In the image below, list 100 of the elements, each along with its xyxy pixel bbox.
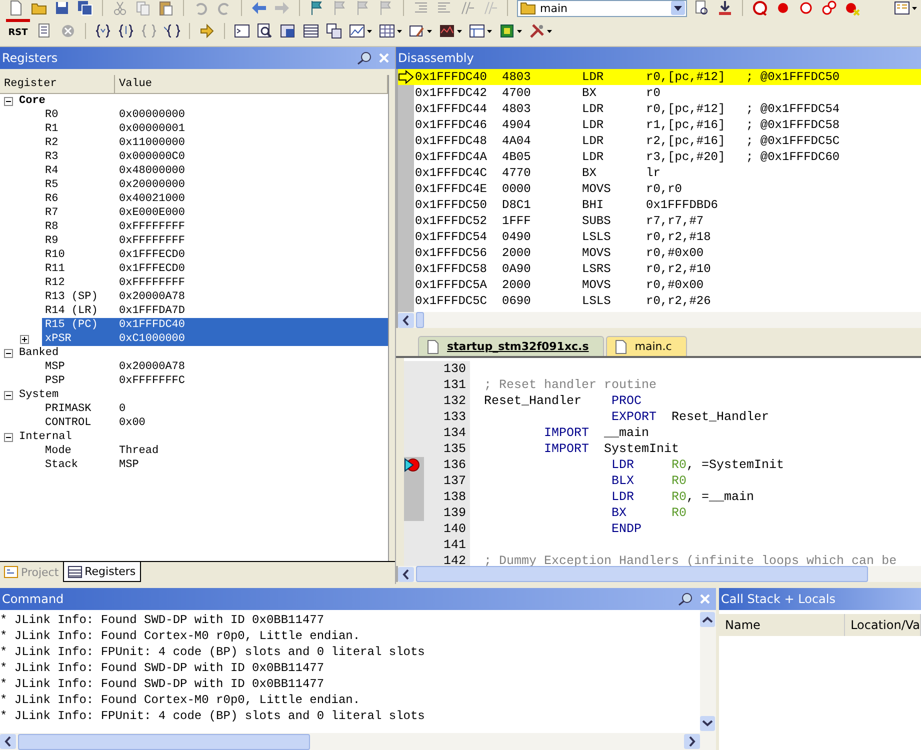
table-icon[interactable]: [469, 23, 485, 39]
grid-icon[interactable]: [379, 23, 395, 39]
register-row[interactable]: MSP 0x20000A78: [42, 360, 388, 374]
dropdown-arrow-icon[interactable]: [367, 30, 372, 32]
scrollbar-thumb[interactable]: [416, 566, 868, 582]
register-row[interactable]: R2 0x11000000: [42, 136, 388, 150]
scroll-left-icon[interactable]: [398, 312, 414, 328]
breakpoint-icon[interactable]: [404, 458, 420, 472]
dropdown-arrow-icon[interactable]: [487, 30, 492, 32]
chart-icon[interactable]: [349, 23, 365, 39]
document-icon[interactable]: [8, 0, 24, 16]
reset-button[interactable]: RST: [6, 19, 30, 43]
console-icon[interactable]: [234, 23, 250, 39]
flag-icon[interactable]: [309, 0, 325, 16]
tree-group-label[interactable]: Core: [19, 95, 46, 107]
register-row[interactable]: CONTROL 0x00: [42, 416, 388, 430]
editor-tab[interactable]: startup_stm32f091xc.s: [418, 336, 604, 356]
scroll-left-icon[interactable]: [398, 566, 414, 582]
register-row[interactable]: R1 0x00000001: [42, 122, 388, 136]
left-arrow-icon[interactable]: [251, 0, 267, 16]
dropdown-arrow-icon[interactable]: [397, 30, 402, 32]
tree-group-label[interactable]: System: [19, 389, 59, 401]
column-header[interactable]: Name: [719, 614, 845, 636]
target-combo[interactable]: main: [517, 0, 687, 16]
column-header[interactable]: Location/Va: [844, 614, 921, 636]
column-header[interactable]: Register: [0, 75, 115, 93]
register-row[interactable]: R5 0x20000000: [42, 178, 388, 192]
collapse-icon[interactable]: [4, 390, 13, 400]
register-name: R9: [45, 235, 60, 247]
register-row[interactable]: R0 0x00000000: [42, 108, 388, 122]
dropdown-arrow-icon[interactable]: [547, 30, 552, 32]
column-header[interactable]: Value: [115, 75, 388, 93]
register-row[interactable]: Stack MSP: [42, 458, 388, 472]
register-row[interactable]: R12 0xFFFFFFFF: [42, 276, 388, 290]
register-row[interactable]: R13 (SP) 0x20000A78: [42, 290, 388, 304]
scroll-up-icon[interactable]: [700, 612, 715, 627]
tree-group-label[interactable]: Internal: [19, 431, 72, 443]
dropdown-arrow-icon[interactable]: [427, 30, 432, 32]
scroll-right-icon[interactable]: [684, 734, 700, 749]
braces-icon[interactable]: [164, 23, 180, 39]
dropdown-arrow-icon[interactable]: [912, 6, 917, 10]
register-row[interactable]: R11 0x1FFFECD0: [42, 262, 388, 276]
register-row[interactable]: R6 0x40021000: [42, 192, 388, 206]
arrow-icon[interactable]: [199, 23, 215, 39]
output-line: * JLink Info: Found SWD-DP with ID 0x0BB11477: [0, 660, 326, 676]
scrollbar-thumb[interactable]: [18, 734, 310, 750]
collapse-icon[interactable]: [4, 348, 13, 358]
register-row[interactable]: R3 0x000000C0: [42, 150, 388, 164]
pen-icon[interactable]: [409, 23, 425, 39]
collapse-icon[interactable]: [4, 96, 13, 106]
opcode: 0690: [502, 294, 532, 308]
register-row[interactable]: R8 0xFFFFFFFF: [42, 220, 388, 234]
breakpoint-icon[interactable]: [775, 0, 791, 16]
register-row[interactable]: R4 0x48000000: [42, 164, 388, 178]
operands: r0,[pc,#12]: [646, 70, 726, 84]
dropdown-arrow-icon[interactable]: [457, 30, 462, 32]
register-row[interactable]: R10 0x1FFFECD0: [42, 248, 388, 262]
circle-icon[interactable]: [798, 0, 814, 16]
register-row[interactable]: PRIMASK 0: [42, 402, 388, 416]
operands: r2,[pc,#16]: [646, 134, 726, 148]
expand-icon[interactable]: [20, 334, 29, 344]
register-row[interactable]: R9 0xFFFFFFFF: [42, 234, 388, 248]
register-row[interactable]: R7 0xE000E000: [42, 206, 388, 220]
register-name: MSP: [45, 361, 66, 373]
address: 0x1FFFDC42: [415, 86, 488, 100]
list-icon[interactable]: [303, 23, 319, 39]
chip-icon[interactable]: [499, 23, 515, 39]
register-row[interactable]: Mode Thread: [42, 444, 388, 458]
window-icon[interactable]: [894, 0, 910, 16]
opcode: 2000: [502, 278, 532, 292]
register-row[interactable]: xPSR 0xC1000000: [42, 332, 388, 346]
tools-icon[interactable]: [529, 23, 545, 39]
window-icon[interactable]: [280, 23, 296, 39]
scroll-down-icon[interactable]: [700, 716, 715, 731]
waveform-icon[interactable]: [439, 23, 455, 39]
stack-icon[interactable]: [326, 23, 342, 39]
register-row[interactable]: PSP 0xFFFFFFFC: [42, 374, 388, 388]
braces-icon[interactable]: [118, 23, 134, 39]
opcode: 0A90: [502, 262, 532, 276]
save-all-icon[interactable]: [77, 0, 93, 16]
find-icon[interactable]: [694, 0, 710, 16]
dropdown-arrow-icon[interactable]: [517, 30, 522, 32]
braces-icon[interactable]: [95, 23, 111, 39]
magnifier-icon[interactable]: [257, 23, 273, 39]
clipboard-icon[interactable]: [158, 0, 174, 16]
collapse-icon[interactable]: [4, 432, 13, 442]
scrollbar-thumb[interactable]: [416, 312, 424, 328]
mnemonic: BHI: [582, 198, 605, 212]
register-row[interactable]: R15 (PC) 0x1FFFDC40: [42, 318, 388, 332]
download-icon[interactable]: [717, 0, 733, 16]
editor-tab[interactable]: main.c: [606, 336, 687, 356]
scroll-left-icon[interactable]: [0, 734, 16, 749]
panel-tab[interactable]: Registers: [62, 562, 141, 582]
register-row[interactable]: R14 (LR) 0x1FFFDA7D: [42, 304, 388, 318]
tree-icon: [4, 566, 18, 578]
code-line: LDR R0, =SystemInit: [610, 458, 784, 472]
save-icon[interactable]: [54, 0, 70, 16]
tree-group-label[interactable]: Banked: [19, 347, 59, 359]
opcode: 4B05: [502, 150, 532, 164]
register-name: R5: [45, 179, 60, 191]
